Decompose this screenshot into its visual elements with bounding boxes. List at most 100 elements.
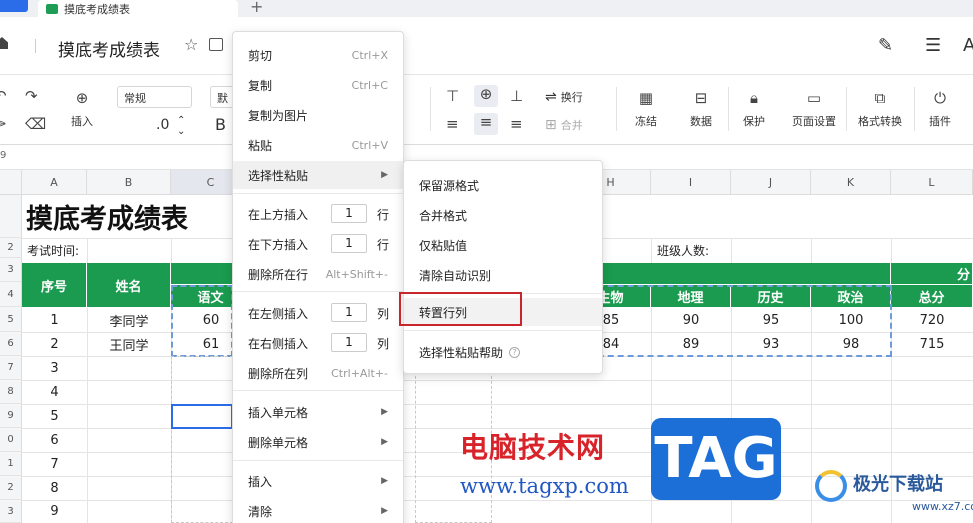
submenu-clear-auto-detect[interactable]: 清除自动识别	[404, 261, 602, 289]
protect-button[interactable]: 🔒︎ 保护	[734, 89, 774, 129]
menu-item-insert-above[interactable]: 在上方插入 1 行	[233, 200, 403, 228]
cell-seq[interactable]: 2	[22, 332, 87, 356]
submenu-help[interactable]: 选择性粘贴帮助 ?	[404, 338, 602, 366]
row-header[interactable]: 1	[0, 452, 22, 476]
account-icon[interactable]: A	[963, 35, 973, 56]
cell-seq[interactable]: 7	[22, 452, 87, 476]
submenu-paste-values-only[interactable]: 仅粘贴值	[404, 231, 602, 259]
cell-name[interactable]: 王同学	[87, 332, 171, 356]
insert-above-count[interactable]: 1	[331, 204, 367, 223]
cell-name[interactable]: 李同学	[87, 308, 171, 332]
header-name[interactable]: 姓名	[87, 263, 171, 308]
cell-seq[interactable]: 5	[22, 404, 87, 428]
new-tab-button[interactable]: +	[250, 0, 263, 16]
cell-seq[interactable]: 4	[22, 380, 87, 404]
menu-item-copy-as-image[interactable]: 复制为图片	[233, 101, 403, 129]
align-top-icon[interactable]: ⊤	[446, 87, 459, 105]
document-tab[interactable]: 摸底考成绩表	[38, 0, 238, 17]
active-cell[interactable]	[171, 404, 233, 429]
row-header[interactable]: 2	[0, 238, 22, 258]
menu-item-insert-cell[interactable]: 插入单元格 ▶	[233, 398, 403, 426]
menu-item-insert-left[interactable]: 在左侧插入 1 列	[233, 299, 403, 327]
header-seq[interactable]: 序号	[22, 263, 87, 308]
cell-seq[interactable]: 3	[22, 356, 87, 380]
row-header[interactable]: 5	[0, 307, 22, 332]
data-button[interactable]: ⊟ 数据	[681, 89, 721, 129]
row-header[interactable]: 6	[0, 332, 22, 356]
home-icon[interactable]	[0, 37, 8, 49]
insert-below-count[interactable]: 1	[331, 234, 367, 253]
row-header[interactable]: 0	[0, 428, 22, 452]
column-header-i[interactable]: I	[651, 170, 731, 195]
insert-button[interactable]: ⊕ 插入	[62, 89, 102, 129]
menu-item-insert[interactable]: 插入 ▶	[233, 467, 403, 495]
cell-total[interactable]: 715	[891, 332, 973, 356]
cell-seq[interactable]: 9	[22, 500, 87, 523]
eraser-icon[interactable]: ⌫	[25, 115, 46, 133]
insert-left-count[interactable]: 1	[331, 303, 367, 322]
menu-item-copy[interactable]: 复制 Ctrl+C	[233, 71, 403, 99]
decimal-stepper[interactable]: ⌃ ⌄	[177, 115, 185, 137]
wrap-text-button[interactable]: ⇌ 换行	[545, 89, 583, 105]
annotation-highlight	[399, 292, 522, 326]
cell-seq[interactable]: 1	[22, 308, 87, 332]
chevron-right-icon: ▶	[381, 506, 388, 516]
cell-total[interactable]: 720	[891, 308, 973, 332]
menu-item-clear[interactable]: 清除 ▶	[233, 497, 403, 523]
align-center-icon[interactable]: ≡	[474, 113, 498, 135]
format-convert-button[interactable]: ⧉ 格式转换	[852, 89, 908, 129]
format-painter-icon[interactable]: ✑	[0, 115, 7, 133]
align-right-icon[interactable]: ≡	[510, 115, 523, 133]
column-header-l[interactable]: L	[891, 170, 973, 195]
align-left-icon[interactable]: ≡	[446, 115, 459, 133]
move-to-folder-icon[interactable]	[209, 38, 223, 51]
redo-icon[interactable]: ↷	[25, 87, 38, 105]
merge-cells-button[interactable]: ⊞ 合并	[545, 117, 583, 133]
row-header[interactable]: 8	[0, 380, 22, 404]
header-merged[interactable]	[571, 263, 891, 285]
cell-reference: 9	[0, 150, 7, 161]
row-header[interactable]: 7	[0, 356, 22, 380]
menu-icon[interactable]: ☰	[925, 35, 941, 56]
page-setup-button[interactable]: ▭ 页面设置	[787, 89, 841, 129]
column-header-b[interactable]: B	[87, 170, 171, 195]
row-header[interactable]: 3	[0, 500, 22, 523]
menu-item-insert-below[interactable]: 在下方插入 1 行	[233, 230, 403, 258]
row-header[interactable]: 3	[0, 258, 22, 282]
data-icon: ⊟	[694, 89, 708, 107]
cell-seq[interactable]: 6	[22, 428, 87, 452]
number-format-select[interactable]: 常规	[117, 86, 192, 108]
submenu-merge-format[interactable]: 合并格式	[404, 201, 602, 229]
row-header[interactable]	[0, 195, 22, 238]
select-all-corner[interactable]	[0, 170, 22, 195]
menu-item-delete-cell[interactable]: 删除单元格 ▶	[233, 428, 403, 456]
menu-item-delete-row[interactable]: 删除所在行 Alt+Shift+-	[233, 260, 403, 288]
align-bottom-icon[interactable]: ⊥	[510, 87, 523, 105]
menu-item-insert-right[interactable]: 在右侧插入 1 列	[233, 329, 403, 357]
insert-right-count[interactable]: 1	[331, 333, 367, 352]
row-header[interactable]: 2	[0, 476, 22, 500]
star-icon[interactable]: ☆	[184, 35, 198, 54]
row-header[interactable]: 4	[0, 282, 22, 307]
undo-icon[interactable]: ↶	[0, 87, 7, 105]
freeze-button[interactable]: ▦ 冻结	[626, 89, 666, 129]
align-middle-icon[interactable]: ⊕	[474, 85, 498, 107]
row-header[interactable]: 9	[0, 404, 22, 428]
header-score-partial[interactable]: 分	[891, 263, 973, 285]
column-header-k[interactable]: K	[811, 170, 891, 195]
menu-item-cut[interactable]: 剪切 Ctrl+X	[233, 41, 403, 69]
document-title[interactable]: 摸底考成绩表	[58, 36, 160, 61]
column-header-a[interactable]: A	[22, 170, 87, 195]
menu-item-delete-col[interactable]: 删除所在列 Ctrl+Alt+-	[233, 359, 403, 387]
edit-check-icon[interactable]: ✎	[878, 35, 893, 56]
header-total[interactable]: 总分	[891, 285, 973, 308]
submenu-keep-source-format[interactable]: 保留源格式	[404, 171, 602, 199]
watermark-site-name: 极光下载站	[853, 474, 943, 495]
column-header-j[interactable]: J	[731, 170, 811, 195]
cell-seq[interactable]: 8	[22, 476, 87, 500]
bold-button[interactable]: B	[215, 115, 226, 134]
menu-item-paste[interactable]: 粘贴 Ctrl+V	[233, 131, 403, 159]
plugin-button[interactable]: ⏻ 插件	[920, 89, 960, 129]
menu-item-paste-special[interactable]: 选择性粘贴 ▶	[233, 161, 403, 189]
app-logo-icon[interactable]	[0, 0, 28, 12]
